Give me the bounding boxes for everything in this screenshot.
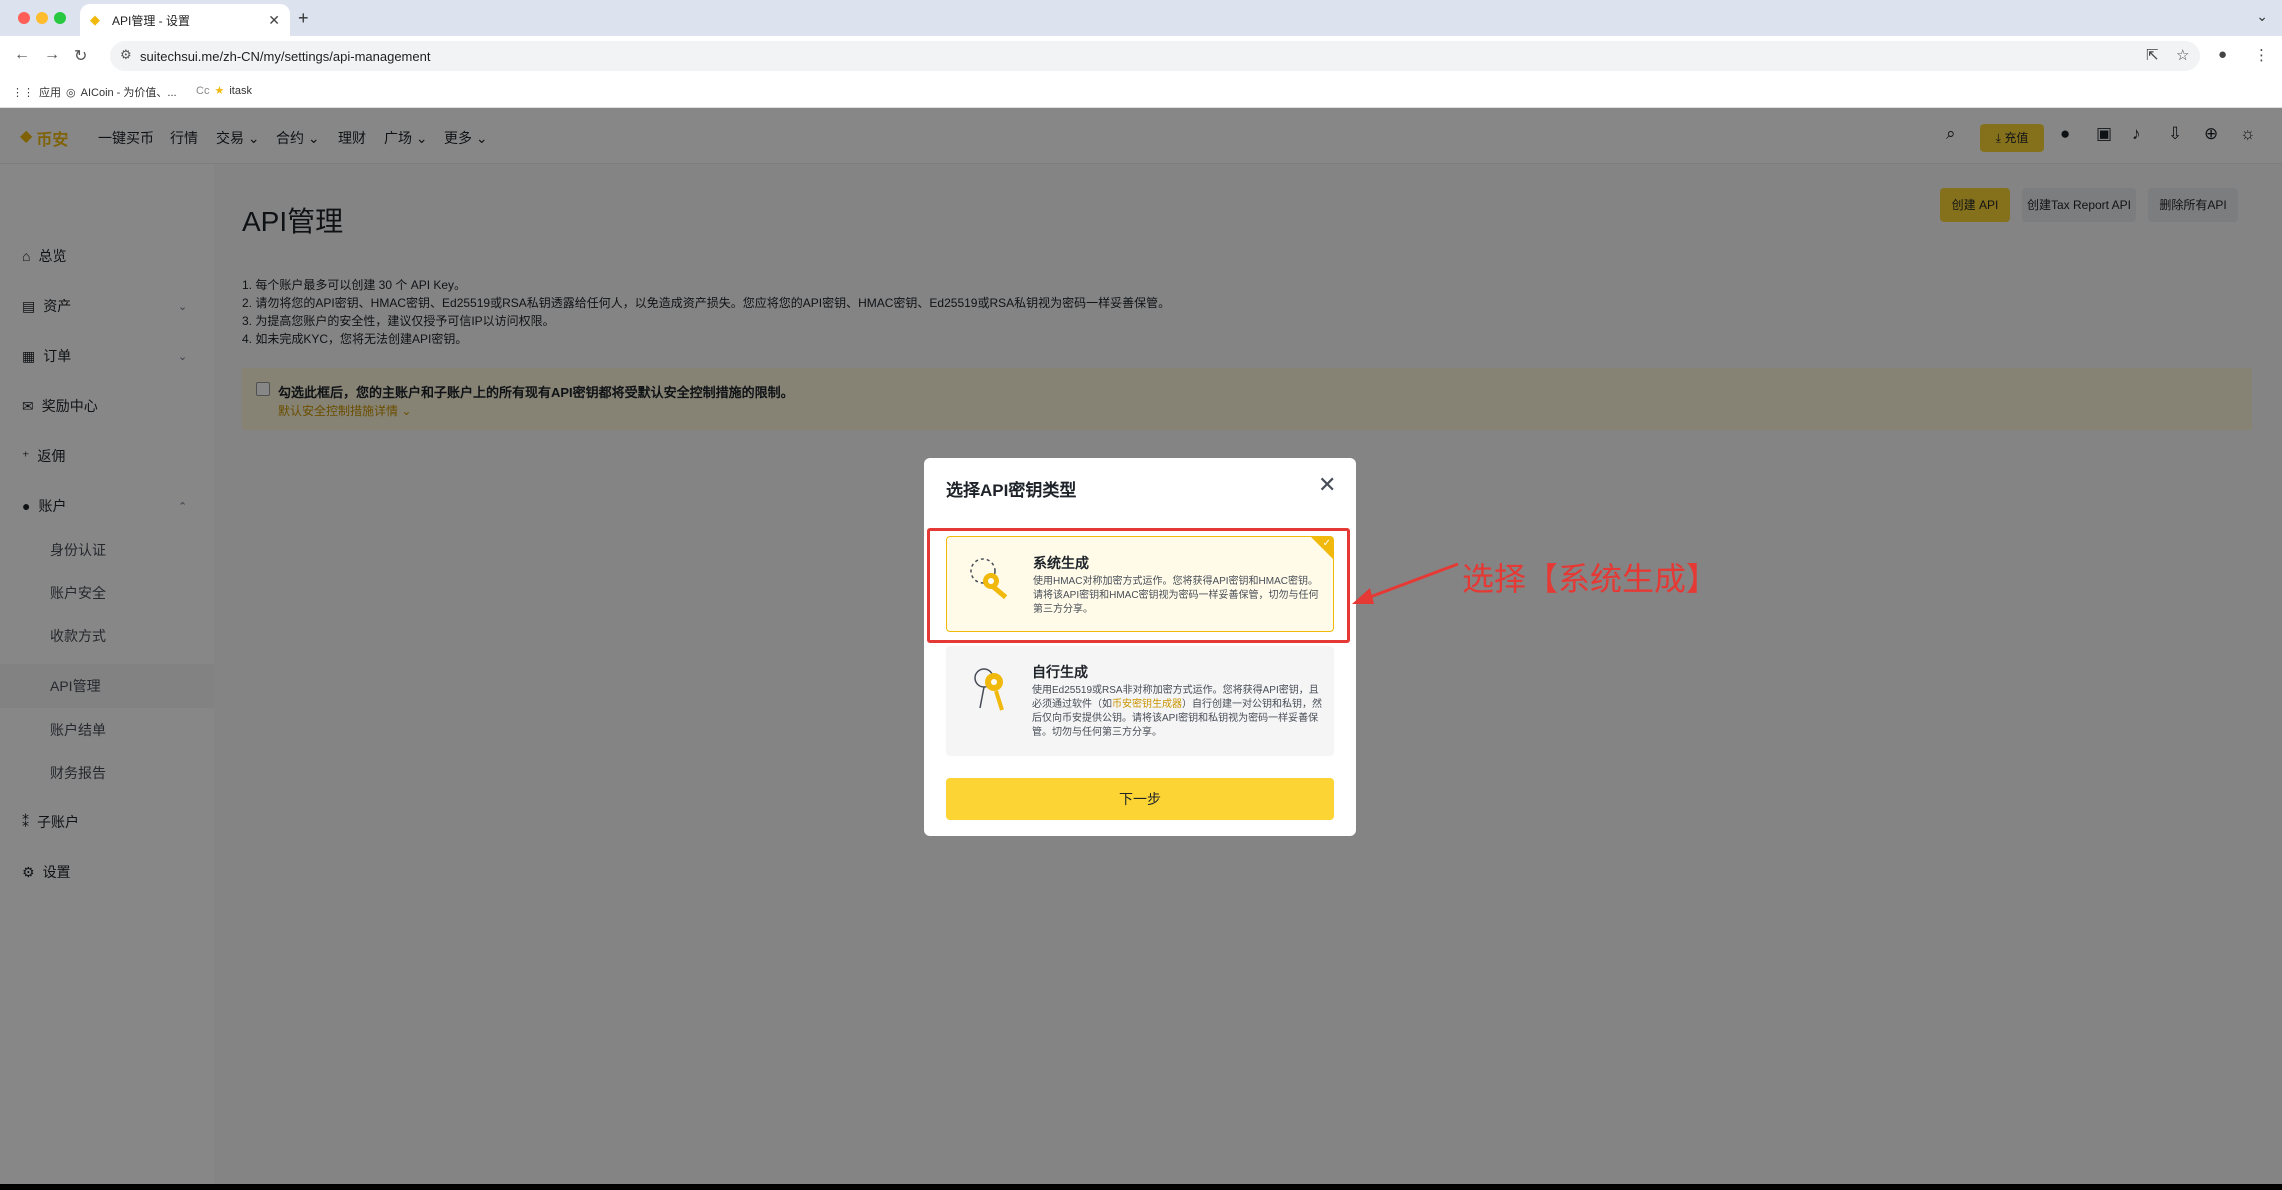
tab-search-icon[interactable]: ⌄ (2256, 8, 2268, 25)
tab-title: API管理 - 设置 (112, 13, 191, 28)
dialog-title: 选择API密钥类型 (946, 481, 1077, 500)
profile-icon[interactable]: ● (2218, 46, 2227, 63)
key-generator-link[interactable]: 币安密钥生成器 (1112, 699, 1182, 710)
option-description: 使用Ed25519或RSA非对称加密方式运作。您将获得API密钥，且必须通过软件… (1032, 685, 1322, 738)
new-tab-button[interactable]: + (298, 8, 309, 29)
back-icon[interactable]: ← (14, 46, 30, 64)
option-title: 自行生成 (1032, 664, 1088, 680)
next-button[interactable]: 下一步 (946, 778, 1334, 820)
bookmark-apps[interactable]: ⋮⋮ 应用 (12, 84, 61, 100)
bookmarks-bar: ⋮⋮ 应用 ◎ AICoin - 为价值、... Cc ★ itask (0, 76, 2282, 108)
forward-icon[interactable]: → (44, 46, 60, 64)
annotation-arrow-icon (1352, 562, 1459, 604)
browser-tab-bar: ◆ API管理 - 设置 ✕ + ⌄ (0, 0, 2282, 36)
close-tab-icon[interactable]: ✕ (268, 12, 280, 29)
url-field[interactable]: ⚙ suitechsui.me/zh-CN/my/settings/api-ma… (110, 41, 2200, 71)
bottom-edge (0, 1184, 2282, 1190)
annotation-label: 选择【系统生成】 (1462, 561, 1719, 597)
address-bar-row: ← → ↻ ⚙ suitechsui.me/zh-CN/my/settings/… (0, 36, 2282, 76)
maximize-window-button[interactable] (54, 12, 66, 24)
close-icon[interactable]: ✕ (1318, 472, 1336, 498)
bookmark-star-icon[interactable]: ☆ (2176, 46, 2189, 64)
reload-icon[interactable]: ↻ (74, 46, 87, 66)
open-in-app-icon[interactable]: ⇱ (2146, 46, 2159, 64)
close-window-button[interactable] (18, 12, 30, 24)
option-self-generated[interactable]: 自行生成 使用Ed25519或RSA非对称加密方式运作。您将获得API密钥，且必… (946, 646, 1334, 756)
browser-menu-icon[interactable]: ⋮ (2254, 46, 2269, 64)
api-key-type-dialog: 选择API密钥类型 ✕ 系统生成 使用HMAC对称加密方式运作。您将获得API密… (924, 458, 1356, 836)
url-text: suitechsui.me/zh-CN/my/settings/api-mana… (140, 49, 431, 64)
key-pair-icon (974, 668, 1004, 711)
star-icon: ★ (214, 85, 225, 97)
aicoin-icon: ◎ (66, 86, 76, 99)
apps-grid-icon: ⋮⋮ (12, 86, 34, 99)
site-info-icon[interactable]: ⚙ (120, 47, 132, 63)
browser-tab[interactable]: ◆ API管理 - 设置 ✕ (80, 4, 290, 36)
bookmark-itask[interactable]: Cc ★ itask (196, 84, 252, 98)
minimize-window-button[interactable] (36, 12, 48, 24)
bookmark-aicoin[interactable]: ◎ AICoin - 为价值、... (66, 84, 177, 100)
binance-favicon-icon: ◆ (90, 12, 100, 27)
annotation-highlight-box (927, 528, 1350, 643)
